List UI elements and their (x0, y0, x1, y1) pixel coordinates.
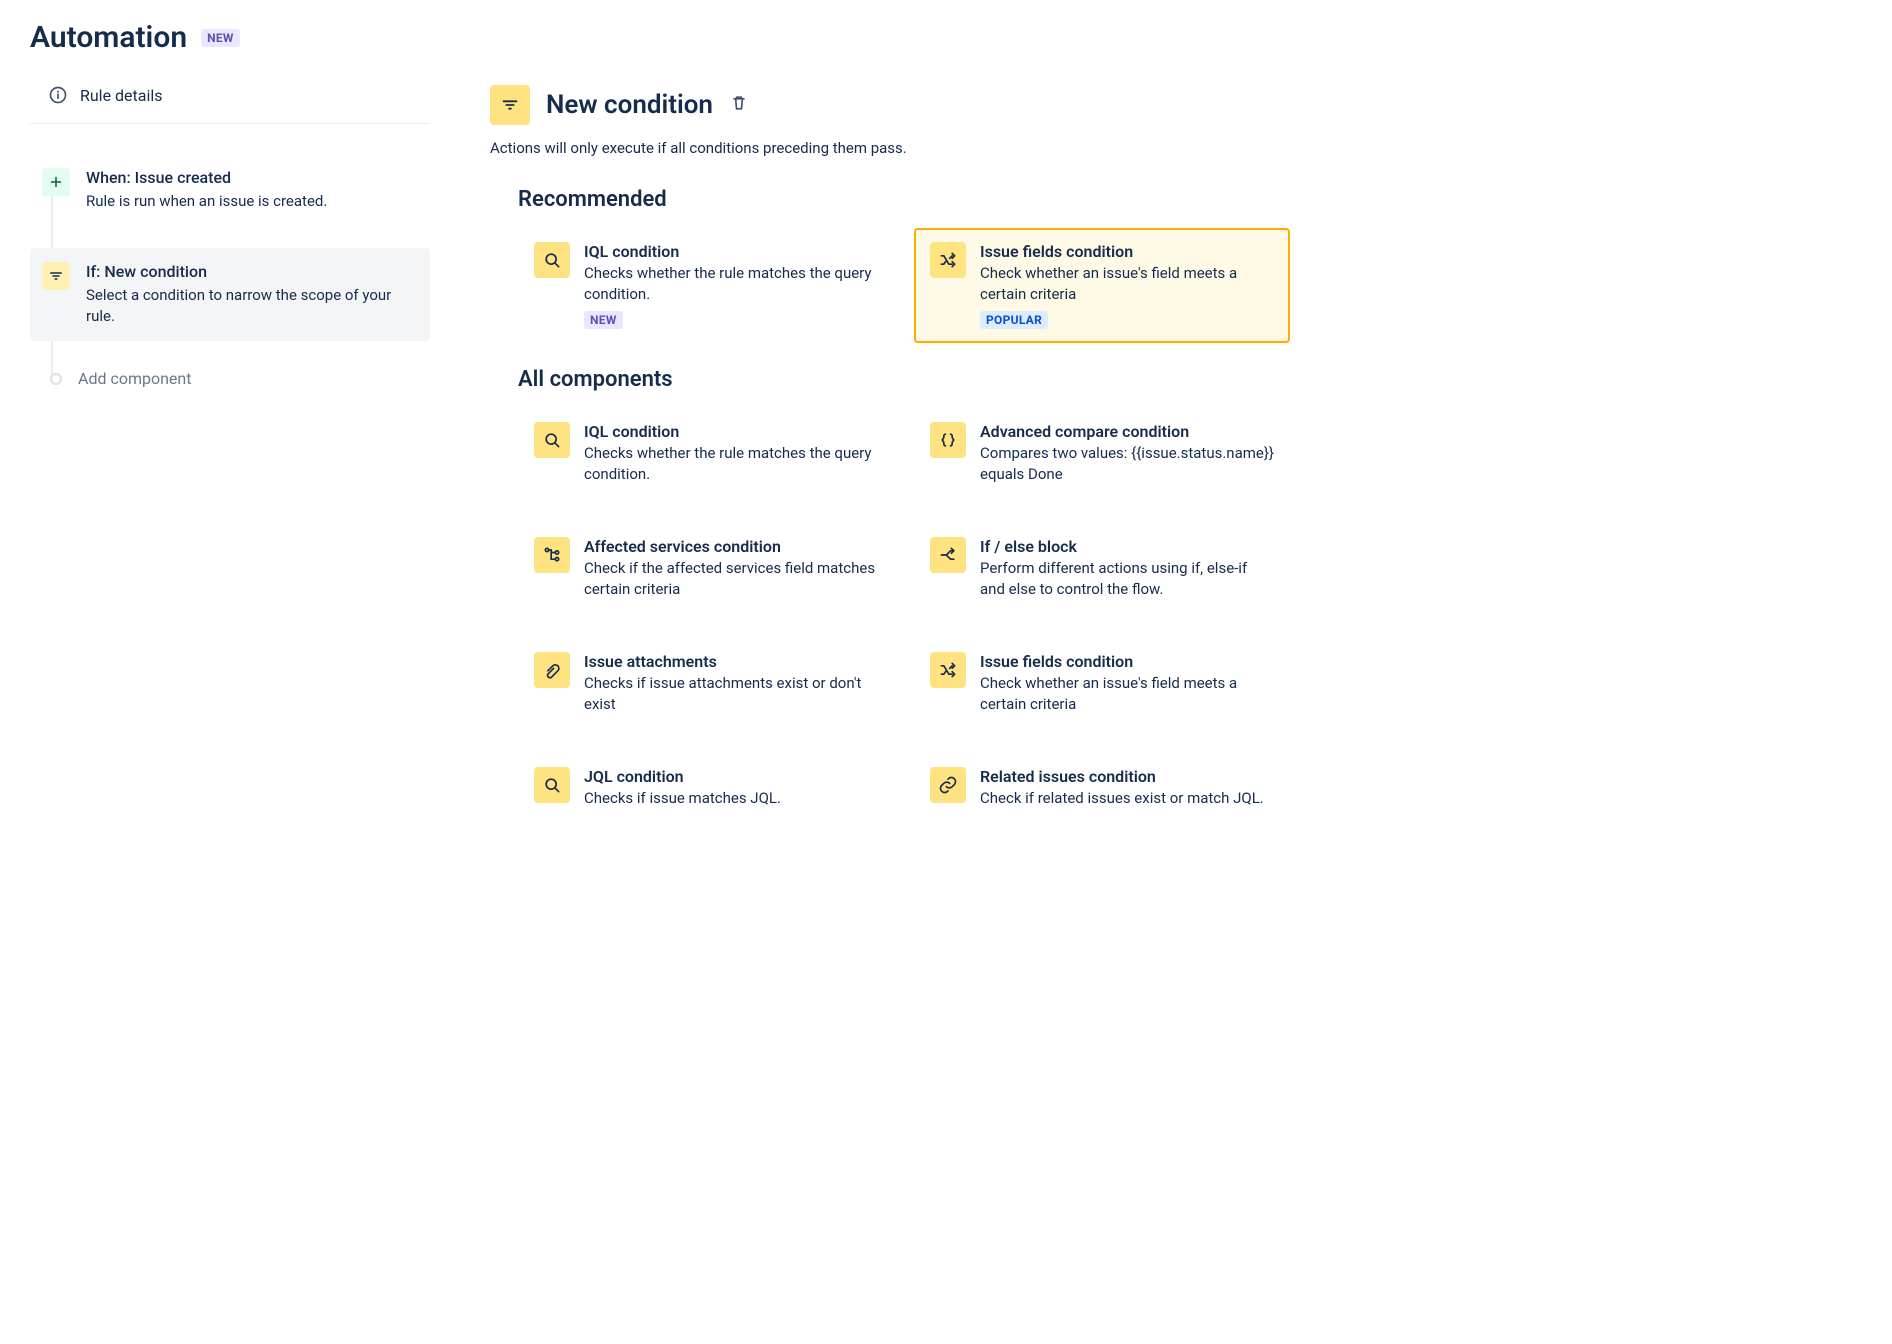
page-header: Automation NEW (30, 20, 1862, 55)
section-title-all: All components (518, 367, 1290, 392)
main-title: New condition (546, 90, 713, 120)
search-icon (534, 767, 570, 803)
condition-picker: New condition Actions will only execute … (490, 85, 1290, 829)
network-icon (534, 537, 570, 573)
condition-card[interactable]: Issue attachments Checks if issue attachm… (518, 638, 894, 735)
condition-card[interactable]: Issue fields condition Check whether an i… (914, 228, 1290, 343)
page-title: Automation (30, 20, 187, 55)
rule-details-label: Rule details (80, 86, 163, 105)
section-title-recommended: Recommended (518, 187, 1290, 212)
card-title: JQL condition (584, 767, 878, 786)
step-desc: Rule is run when an issue is created. (86, 191, 418, 212)
plus-icon (42, 168, 70, 196)
popular-badge: POPULAR (980, 311, 1048, 329)
card-title: Issue attachments (584, 652, 878, 671)
add-component-label: Add component (78, 369, 191, 388)
shuffle-icon (930, 242, 966, 278)
card-desc: Checks whether the rule matches the quer… (584, 443, 878, 485)
card-desc: Check if related issues exist or match J… (980, 788, 1274, 809)
condition-card[interactable]: JQL condition Checks if issue matches JQL… (518, 753, 894, 829)
add-component-button[interactable]: Add component (30, 363, 430, 394)
card-title: Advanced compare condition (980, 422, 1274, 441)
search-icon (534, 422, 570, 458)
card-title: If / else block (980, 537, 1274, 556)
card-desc: Perform different actions using if, else… (980, 558, 1274, 600)
shuffle-icon (930, 652, 966, 688)
card-desc: Check whether an issue's field meets a c… (980, 673, 1274, 715)
condition-card[interactable]: IQL condition Checks whether the rule mat… (518, 408, 894, 505)
branch-icon (930, 537, 966, 573)
attachment-icon (534, 652, 570, 688)
card-title: Affected services condition (584, 537, 878, 556)
condition-card[interactable]: Advanced compare condition Compares two v… (914, 408, 1290, 505)
step-condition[interactable]: If: New condition Select a condition to … (30, 248, 430, 341)
condition-card[interactable]: IQL condition Checks whether the rule mat… (518, 228, 894, 343)
new-badge: NEW (584, 311, 623, 329)
step-title: If: New condition (86, 262, 418, 281)
main-subtitle: Actions will only execute if all conditi… (490, 139, 1290, 157)
add-dot-icon (50, 373, 62, 385)
braces-icon (930, 422, 966, 458)
search-icon (534, 242, 570, 278)
trash-icon (729, 93, 749, 113)
step-title: When: Issue created (86, 168, 418, 187)
card-title: Related issues condition (980, 767, 1274, 786)
card-title: IQL condition (584, 422, 878, 441)
all-components-grid: IQL condition Checks whether the rule mat… (518, 408, 1290, 829)
card-title: IQL condition (584, 242, 878, 261)
rule-details-link[interactable]: Rule details (30, 85, 430, 124)
card-title: Issue fields condition (980, 242, 1274, 261)
rule-steps: When: Issue created Rule is run when an … (30, 124, 430, 394)
step-desc: Select a condition to narrow the scope o… (86, 285, 418, 327)
filter-icon (490, 85, 530, 125)
card-desc: Check whether an issue's field meets a c… (980, 263, 1274, 305)
delete-button[interactable] (729, 93, 749, 117)
condition-card[interactable]: Affected services condition Check if the … (518, 523, 894, 620)
card-desc: Checks whether the rule matches the quer… (584, 263, 878, 305)
recommended-grid: IQL condition Checks whether the rule mat… (518, 228, 1290, 343)
info-icon (48, 85, 68, 105)
link-icon (930, 767, 966, 803)
card-desc: Checks if issue attachments exist or don… (584, 673, 878, 715)
new-badge: NEW (201, 29, 240, 47)
card-desc: Check if the affected services field mat… (584, 558, 878, 600)
condition-card[interactable]: If / else block Perform different actions… (914, 523, 1290, 620)
step-trigger[interactable]: When: Issue created Rule is run when an … (30, 154, 430, 226)
card-title: Issue fields condition (980, 652, 1274, 671)
main-header: New condition (490, 85, 1290, 125)
condition-card[interactable]: Issue fields condition Check whether an i… (914, 638, 1290, 735)
card-desc: Compares two values: {{issue.status.name… (980, 443, 1274, 485)
card-desc: Checks if issue matches JQL. (584, 788, 878, 809)
rule-sidebar: Rule details When: Issue created Rule is… (30, 85, 430, 394)
condition-card[interactable]: Related issues condition Check if related… (914, 753, 1290, 829)
filter-icon (42, 262, 70, 290)
